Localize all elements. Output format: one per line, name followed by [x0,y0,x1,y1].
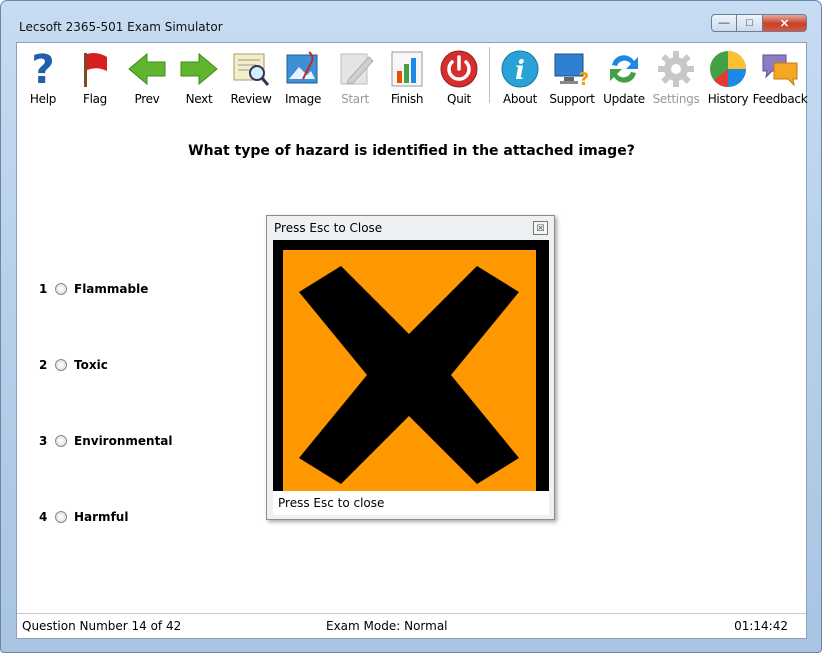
answer-option-4[interactable]: 4 Harmful [39,510,128,524]
window-controls: — □ ✕ [711,14,807,32]
window-title: Lecsoft 2365-501 Exam Simulator [19,20,223,34]
popup-footer: Press Esc to close [273,491,549,515]
answer-option-1[interactable]: 1 Flammable [39,282,148,296]
svg-text:?: ? [31,49,54,89]
start-icon [335,49,375,89]
finish-icon [387,49,427,89]
help-button[interactable]: ? Help [17,43,69,108]
answer-label: Environmental [74,434,173,448]
next-arrow-icon [179,49,219,89]
settings-label: Settings [652,92,700,106]
answer-radio[interactable] [55,511,67,523]
update-icon [604,49,644,89]
answer-label: Flammable [74,282,149,296]
history-button[interactable]: History [702,43,754,108]
review-icon [231,49,271,89]
answer-number: 1 [39,282,48,296]
maximize-button[interactable]: □ [737,14,763,32]
next-button[interactable]: Next [173,43,225,108]
next-label: Next [185,92,213,106]
feedback-icon [760,49,800,89]
app-window: Lecsoft 2365-501 Exam Simulator — □ ✕ ? … [0,0,822,653]
help-icon: ? [23,49,63,89]
maximize-icon: □ [746,17,753,29]
exam-timer: 01:14:42 [734,619,788,633]
answer-label: Harmful [74,510,129,524]
history-label: History [707,92,749,106]
feedback-button[interactable]: Feedback [752,43,808,108]
answer-radio[interactable] [55,283,67,295]
minimize-icon: — [718,17,730,29]
close-icon: ✕ [779,17,790,30]
power-icon [439,49,479,89]
info-icon: i [500,49,540,89]
svg-text:i: i [515,56,525,86]
feedback-label: Feedback [752,92,808,106]
image-popup: Press Esc to Close ☒ Press Esc to close [266,215,555,520]
gear-icon [656,49,696,89]
status-bar: Question Number 14 of 42 Exam Mode: Norm… [17,613,806,638]
answer-radio[interactable] [55,435,67,447]
flag-icon [75,49,115,89]
about-button[interactable]: i About [494,43,546,108]
history-pie-icon [708,49,748,89]
review-label: Review [230,92,272,106]
question-counter: Question Number 14 of 42 [22,619,182,633]
quit-button[interactable]: Quit [433,43,485,108]
update-button[interactable]: Update [598,43,650,108]
support-button[interactable]: ? Support [546,43,598,108]
review-button[interactable]: Review [225,43,277,108]
answer-label: Toxic [74,358,108,372]
prev-button[interactable]: Prev [121,43,173,108]
popup-close-button[interactable]: ☒ [533,221,548,235]
toolbar: ? Help Flag Prev Next Review Image Start… [17,43,808,108]
update-label: Update [603,92,645,106]
support-label: Support [549,92,595,106]
answer-number: 4 [39,510,48,524]
quit-label: Quit [447,92,471,106]
settings-button[interactable]: Settings [650,43,702,108]
about-label: About [503,92,537,106]
flag-label: Flag [82,92,107,106]
prev-arrow-icon [127,49,167,89]
svg-text:?: ? [579,69,589,89]
close-button[interactable]: ✕ [763,14,807,32]
title-bar[interactable]: Lecsoft 2365-501 Exam Simulator — □ ✕ [1,1,821,41]
answer-option-3[interactable]: 3 Environmental [39,434,173,448]
answer-option-2[interactable]: 2 Toxic [39,358,108,372]
image-button[interactable]: Image [277,43,329,108]
hazard-image [273,240,549,491]
toolbar-separator [489,47,490,103]
finish-button[interactable]: Finish [381,43,433,108]
prev-label: Prev [134,92,160,106]
support-icon: ? [552,49,592,89]
image-icon [283,49,323,89]
start-button[interactable]: Start [329,43,381,108]
finish-label: Finish [390,92,424,106]
popup-footer-text: Press Esc to close [278,496,385,510]
question-text: What type of hazard is identified in the… [188,143,635,159]
popup-title: Press Esc to Close [274,221,383,235]
answer-number: 2 [39,358,48,372]
close-icon: ☒ [536,222,545,233]
answer-radio[interactable] [55,359,67,371]
image-label: Image [284,92,322,106]
flag-button[interactable]: Flag [69,43,121,108]
minimize-button[interactable]: — [711,14,737,32]
help-label: Help [29,92,57,106]
answer-number: 3 [39,434,48,448]
harmful-x-symbol-icon [273,240,549,491]
start-label: Start [341,92,369,106]
exam-mode: Exam Mode: Normal [326,619,448,633]
